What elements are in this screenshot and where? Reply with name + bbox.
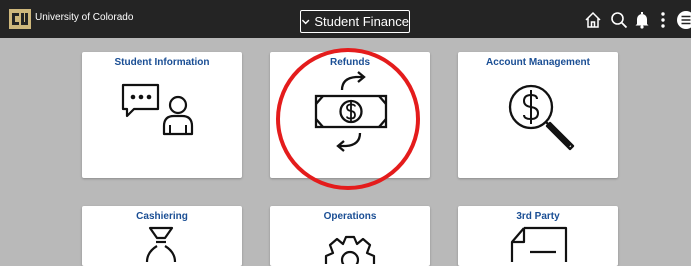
search-icon[interactable] xyxy=(610,11,628,29)
navigation-selector-label: Student Finance xyxy=(314,14,409,29)
dollar-magnifier-icon xyxy=(508,84,575,151)
navigation-collection-selector[interactable]: Student Finance xyxy=(300,10,410,33)
tile-title: Account Management xyxy=(486,57,590,68)
tile-title: 3rd Party xyxy=(516,211,560,222)
chevron-down-icon xyxy=(301,19,310,24)
tile-title: Cashiering xyxy=(136,211,188,222)
tile-title: Student Information xyxy=(114,57,210,68)
tile-account-management[interactable]: Account Management xyxy=(458,52,618,178)
tile-refunds[interactable]: Refunds xyxy=(270,52,430,178)
tile-cashiering[interactable]: Cashiering xyxy=(82,206,242,266)
home-icon[interactable] xyxy=(584,11,602,29)
tile-3rd-party[interactable]: 3rd Party xyxy=(458,206,618,266)
gear-icon xyxy=(324,235,376,264)
bell-icon[interactable] xyxy=(634,11,650,29)
top-banner: University of Colorado Student Finance xyxy=(0,0,691,38)
more-vertical-icon[interactable] xyxy=(659,11,667,29)
money-refund-icon xyxy=(314,71,388,152)
tile-operations[interactable]: Operations xyxy=(270,206,430,266)
tile-student-information[interactable]: Student Information xyxy=(82,52,242,178)
tile-title: Operations xyxy=(323,211,377,222)
org-name: University of Colorado xyxy=(35,12,134,23)
person-chat-icon xyxy=(121,83,194,136)
cu-logo-icon[interactable] xyxy=(9,9,31,29)
navbar-menu-icon[interactable] xyxy=(677,11,691,29)
